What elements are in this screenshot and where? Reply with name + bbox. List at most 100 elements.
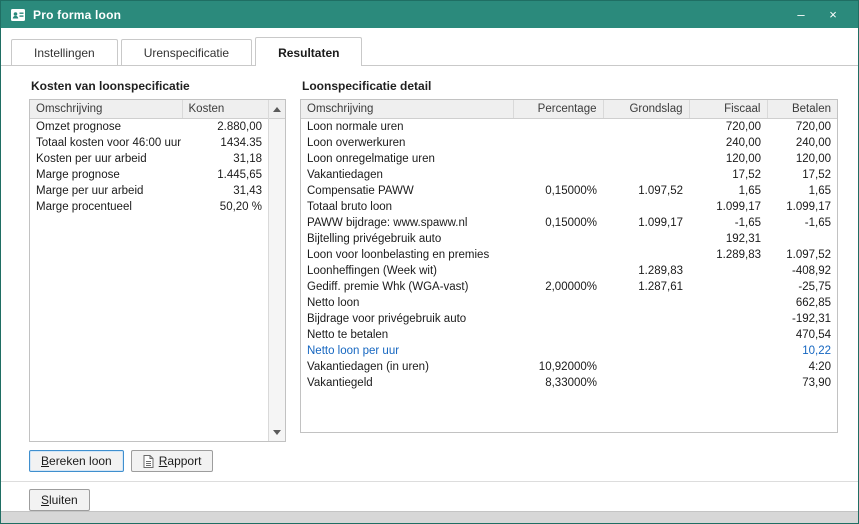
cell-omschrijving: Marge prognose [30,167,182,183]
loon-row[interactable]: Vakantiedagen17,5217,52 [301,167,837,183]
loon-row[interactable]: Totaal bruto loon 1.099,171.099,17 [301,199,837,215]
cell-fiscaal [689,327,767,343]
cell-fiscaal [689,295,767,311]
loon-header-row: OmschrijvingPercentageGrondslagFiscaalBe… [301,100,837,119]
rapport-button[interactable]: Rapport [131,450,214,472]
cell-fiscaal: 1.099,17 [689,199,767,215]
cell-percentage [513,327,603,343]
loon-row[interactable]: Netto loon662,85 [301,295,837,311]
separator [1,481,858,482]
loon-table: OmschrijvingPercentageGrondslagFiscaalBe… [301,100,837,391]
cell-betalen: 1.099,17 [767,199,837,215]
loon-row[interactable]: Loonheffingen (Week wit)1.289,83-408,92 [301,263,837,279]
minimize-button[interactable]: – [785,1,817,28]
loon-row[interactable]: Netto loon per uur10,22 [301,343,837,359]
cell-omschrijving: Vakantiedagen (in uren) [301,359,513,375]
loon-row[interactable]: Gediff. premie Whk (WGA-vast)2,00000%1.2… [301,279,837,295]
cell-kosten: 1434.35 [182,135,268,151]
cell-percentage [513,119,603,136]
cell-fiscaal: 240,00 [689,135,767,151]
loon-row[interactable]: Loon voor loonbelasting en premies1.289,… [301,247,837,263]
cell-omschrijving: PAWW bijdrage: www.spaww.nl [301,215,513,231]
cell-fiscaal: 120,00 [689,151,767,167]
cell-grondslag [603,295,689,311]
cell-omschrijving: Loon overwerkuren [301,135,513,151]
loon-row[interactable]: Loon overwerkuren240,00240,00 [301,135,837,151]
cell-fiscaal: 720,00 [689,119,767,136]
cell-percentage [513,295,603,311]
loon-row[interactable]: Vakantiedagen (in uren)10,92000% 4:20 [301,359,837,375]
cell-percentage: 0,15000% [513,183,603,199]
cell-omschrijving: Marge per uur arbeid [30,183,182,199]
cell-grondslag [603,247,689,263]
bereken-loon-button[interactable]: Bereken loon [29,450,124,472]
cell-betalen: 720,00 [767,119,837,136]
column-header-omschrijving: Omschrijving [301,100,513,119]
cell-omschrijving: Omzet prognose [30,119,182,136]
cell-fiscaal [689,375,767,391]
sluiten-label: Sluiten [41,493,78,507]
vertical-scrollbar[interactable] [268,100,285,441]
cell-omschrijving: Loon onregelmatige uren [301,151,513,167]
kosten-grid: OmschrijvingKosten Omzet prognose2.880,0… [29,99,286,442]
scroll-down-icon[interactable] [269,424,285,441]
column-header-fiscaal: Fiscaal [689,100,767,119]
loon-row[interactable]: Bijtelling privégebruik auto192,31 [301,231,837,247]
cell-betalen: -1,65 [767,215,837,231]
kosten-table: OmschrijvingKosten Omzet prognose2.880,0… [30,100,268,215]
rapport-label: Rapport [159,454,202,468]
cell-omschrijving: Kosten per uur arbeid [30,151,182,167]
cell-kosten: 31,18 [182,151,268,167]
cell-betalen: 470,54 [767,327,837,343]
column-header-kosten: Kosten [182,100,268,119]
cell-omschrijving: Loon voor loonbelasting en premies [301,247,513,263]
cell-fiscaal: 1,65 [689,183,767,199]
scroll-up-icon[interactable] [269,100,285,119]
sluiten-button[interactable]: Sluiten [29,489,90,511]
cell-grondslag [603,359,689,375]
cell-omschrijving: Gediff. premie Whk (WGA-vast) [301,279,513,295]
cell-grondslag [603,151,689,167]
kosten-table-body: Omzet prognose2.880,00Totaal kosten voor… [30,119,268,216]
kosten-row[interactable]: Marge per uur arbeid31,43 [30,183,268,199]
cell-kosten: 2.880,00 [182,119,268,136]
cell-omschrijving: Totaal bruto loon [301,199,513,215]
kosten-row[interactable]: Marge procentueel50,20 % [30,199,268,215]
loon-row[interactable]: Vakantiegeld8,33000%73,90 [301,375,837,391]
cell-fiscaal [689,279,767,295]
loon-row[interactable]: Bijdrage voor privégebruik auto-192,31 [301,311,837,327]
cell-percentage [513,263,603,279]
kosten-row[interactable]: Omzet prognose2.880,00 [30,119,268,136]
cell-betalen: 662,85 [767,295,837,311]
loon-row[interactable]: Netto te betalen470,54 [301,327,837,343]
cell-percentage: 10,92000% [513,359,603,375]
loon-row[interactable]: PAWW bijdrage: www.spaww.nl0,15000%1.099… [301,215,837,231]
loon-row[interactable]: Loon onregelmatige uren120,00120,00 [301,151,837,167]
cell-omschrijving: Vakantiedagen [301,167,513,183]
bottom-button-row: Sluiten [29,489,858,511]
tab-resultaten[interactable]: Resultaten [255,37,362,66]
cell-grondslag [603,167,689,183]
tab-instellingen[interactable]: Instellingen [11,39,118,66]
cell-fiscaal [689,263,767,279]
content-area: Kosten van loonspecificatie Omschrijving… [1,66,858,472]
loon-row[interactable]: Loon normale uren720,00720,00 [301,119,837,136]
kosten-row[interactable]: Kosten per uur arbeid31,18 [30,151,268,167]
tab-bar: InstellingenUrenspecificatieResultaten [1,28,858,66]
column-header-betalen: Betalen [767,100,837,119]
kosten-panel-title: Kosten van loonspecificatie [31,79,286,93]
loon-row[interactable]: Compensatie PAWW0,15000%1.097,521,651,65 [301,183,837,199]
tab-urenspecificatie[interactable]: Urenspecificatie [121,39,252,66]
kosten-row[interactable]: Marge prognose1.445,65 [30,167,268,183]
proforma-loon-dialog: Pro forma loon – × InstellingenUrenspeci… [0,0,859,524]
cell-grondslag [603,119,689,136]
cell-betalen: -25,75 [767,279,837,295]
cell-betalen: 4:20 [767,359,837,375]
cell-grondslag: 1.099,17 [603,215,689,231]
kosten-row[interactable]: Totaal kosten voor 46:00 uur1434.35 [30,135,268,151]
close-button[interactable]: × [817,1,849,28]
cell-betalen: 73,90 [767,375,837,391]
loon-grid: OmschrijvingPercentageGrondslagFiscaalBe… [300,99,838,433]
cell-percentage [513,167,603,183]
column-header-percentage: Percentage [513,100,603,119]
